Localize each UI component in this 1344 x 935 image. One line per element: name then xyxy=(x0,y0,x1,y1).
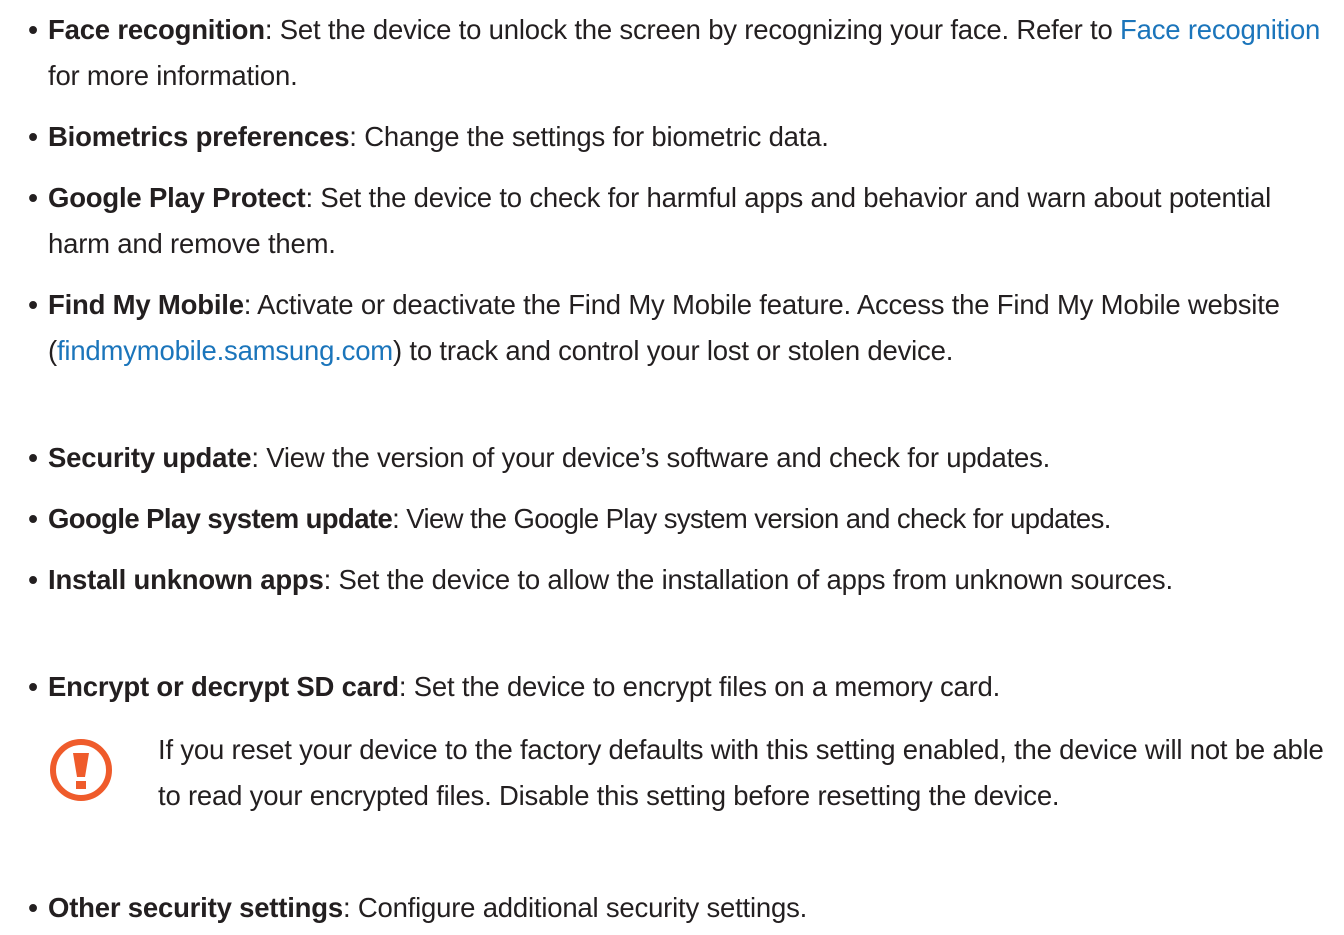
item-description: Set the device to encrypt files on a mem… xyxy=(413,671,1001,702)
bullet: • xyxy=(28,289,38,320)
item-description-end: ) to track and control your lost or stol… xyxy=(393,335,954,366)
item-separator: : xyxy=(264,14,280,45)
item-text: Other security settings: Configure addit… xyxy=(48,885,1336,931)
item-term: Other security settings xyxy=(48,892,343,923)
face-recognition-link[interactable]: Face recognition xyxy=(1120,14,1320,45)
item-separator: : xyxy=(243,289,258,320)
list-item-security-update: • Security update: View the version of y… xyxy=(20,435,1336,481)
item-description: Set the device to unlock the screen by r… xyxy=(279,14,1121,45)
bullet: • xyxy=(28,442,38,473)
item-text: Find My Mobile: Activate or deactivate t… xyxy=(48,282,1336,374)
list-item-encrypt-sd-card: • Encrypt or decrypt SD card: Set the de… xyxy=(20,664,1336,710)
item-separator: : xyxy=(349,121,365,152)
item-text: Google Play Protect: Set the device to c… xyxy=(48,175,1336,267)
item-separator: : xyxy=(323,564,339,595)
item-separator: : xyxy=(251,442,267,473)
list-item-biometrics-preferences: • Biometrics preferences: Change the set… xyxy=(20,114,1336,160)
caution-icon xyxy=(48,737,114,803)
bullet: • xyxy=(28,564,38,595)
item-term: Google Play Protect xyxy=(48,182,306,213)
item-description: View the version of your device’s softwa… xyxy=(266,442,1051,473)
bullet: • xyxy=(28,14,38,45)
item-term: Security update xyxy=(48,442,252,473)
list-item-google-play-system-update: • Google Play system update: View the Go… xyxy=(20,496,1336,542)
item-description: Set the device to allow the installation… xyxy=(338,564,1174,595)
findmymobile-website-link[interactable]: findmymobile.samsung.com xyxy=(57,335,393,366)
settings-description-page: • Face recognition: Set the device to un… xyxy=(0,0,1344,935)
item-term: Face recognition xyxy=(48,14,265,45)
list-item-find-my-mobile: • Find My Mobile: Activate or deactivate… xyxy=(20,282,1336,374)
list-item-google-play-protect: • Google Play Protect: Set the device to… xyxy=(20,175,1336,267)
bullet: • xyxy=(28,671,38,702)
list-item-other-security-settings: • Other security settings: Configure add… xyxy=(20,885,1336,931)
item-term: Find My Mobile xyxy=(48,289,244,320)
bullet: • xyxy=(28,121,38,152)
caution-text: If you reset your device to the factory … xyxy=(158,734,1324,811)
item-separator: : xyxy=(398,671,414,702)
item-separator: : xyxy=(392,503,407,534)
bullet: • xyxy=(28,503,38,534)
item-text: Google Play system update: View the Goog… xyxy=(48,496,1336,542)
item-separator: : xyxy=(305,182,321,213)
item-description: Change the settings for biometric data. xyxy=(364,121,829,152)
list-item-face-recognition: • Face recognition: Set the device to un… xyxy=(20,7,1336,99)
item-separator: : xyxy=(342,892,358,923)
item-term: Biometrics preferences xyxy=(48,121,350,152)
item-description: View the Google Play system version and … xyxy=(406,503,1111,534)
bullet: • xyxy=(28,182,38,213)
item-term: Google Play system update xyxy=(48,503,393,534)
bullet: • xyxy=(28,892,38,923)
item-text: Install unknown apps: Set the device to … xyxy=(48,557,1336,603)
item-term: Install unknown apps xyxy=(48,564,324,595)
item-description: Configure additional security settings. xyxy=(357,892,808,923)
list-item-install-unknown-apps: • Install unknown apps: Set the device t… xyxy=(20,557,1336,603)
item-description-end: for more information. xyxy=(48,60,298,91)
item-text: Face recognition: Set the device to unlo… xyxy=(48,7,1336,99)
item-text: Biometrics preferences: Change the setti… xyxy=(48,114,1336,160)
item-text: Encrypt or decrypt SD card: Set the devi… xyxy=(48,664,1336,710)
item-text: Security update: View the version of you… xyxy=(48,435,1336,481)
item-term: Encrypt or decrypt SD card xyxy=(48,671,399,702)
